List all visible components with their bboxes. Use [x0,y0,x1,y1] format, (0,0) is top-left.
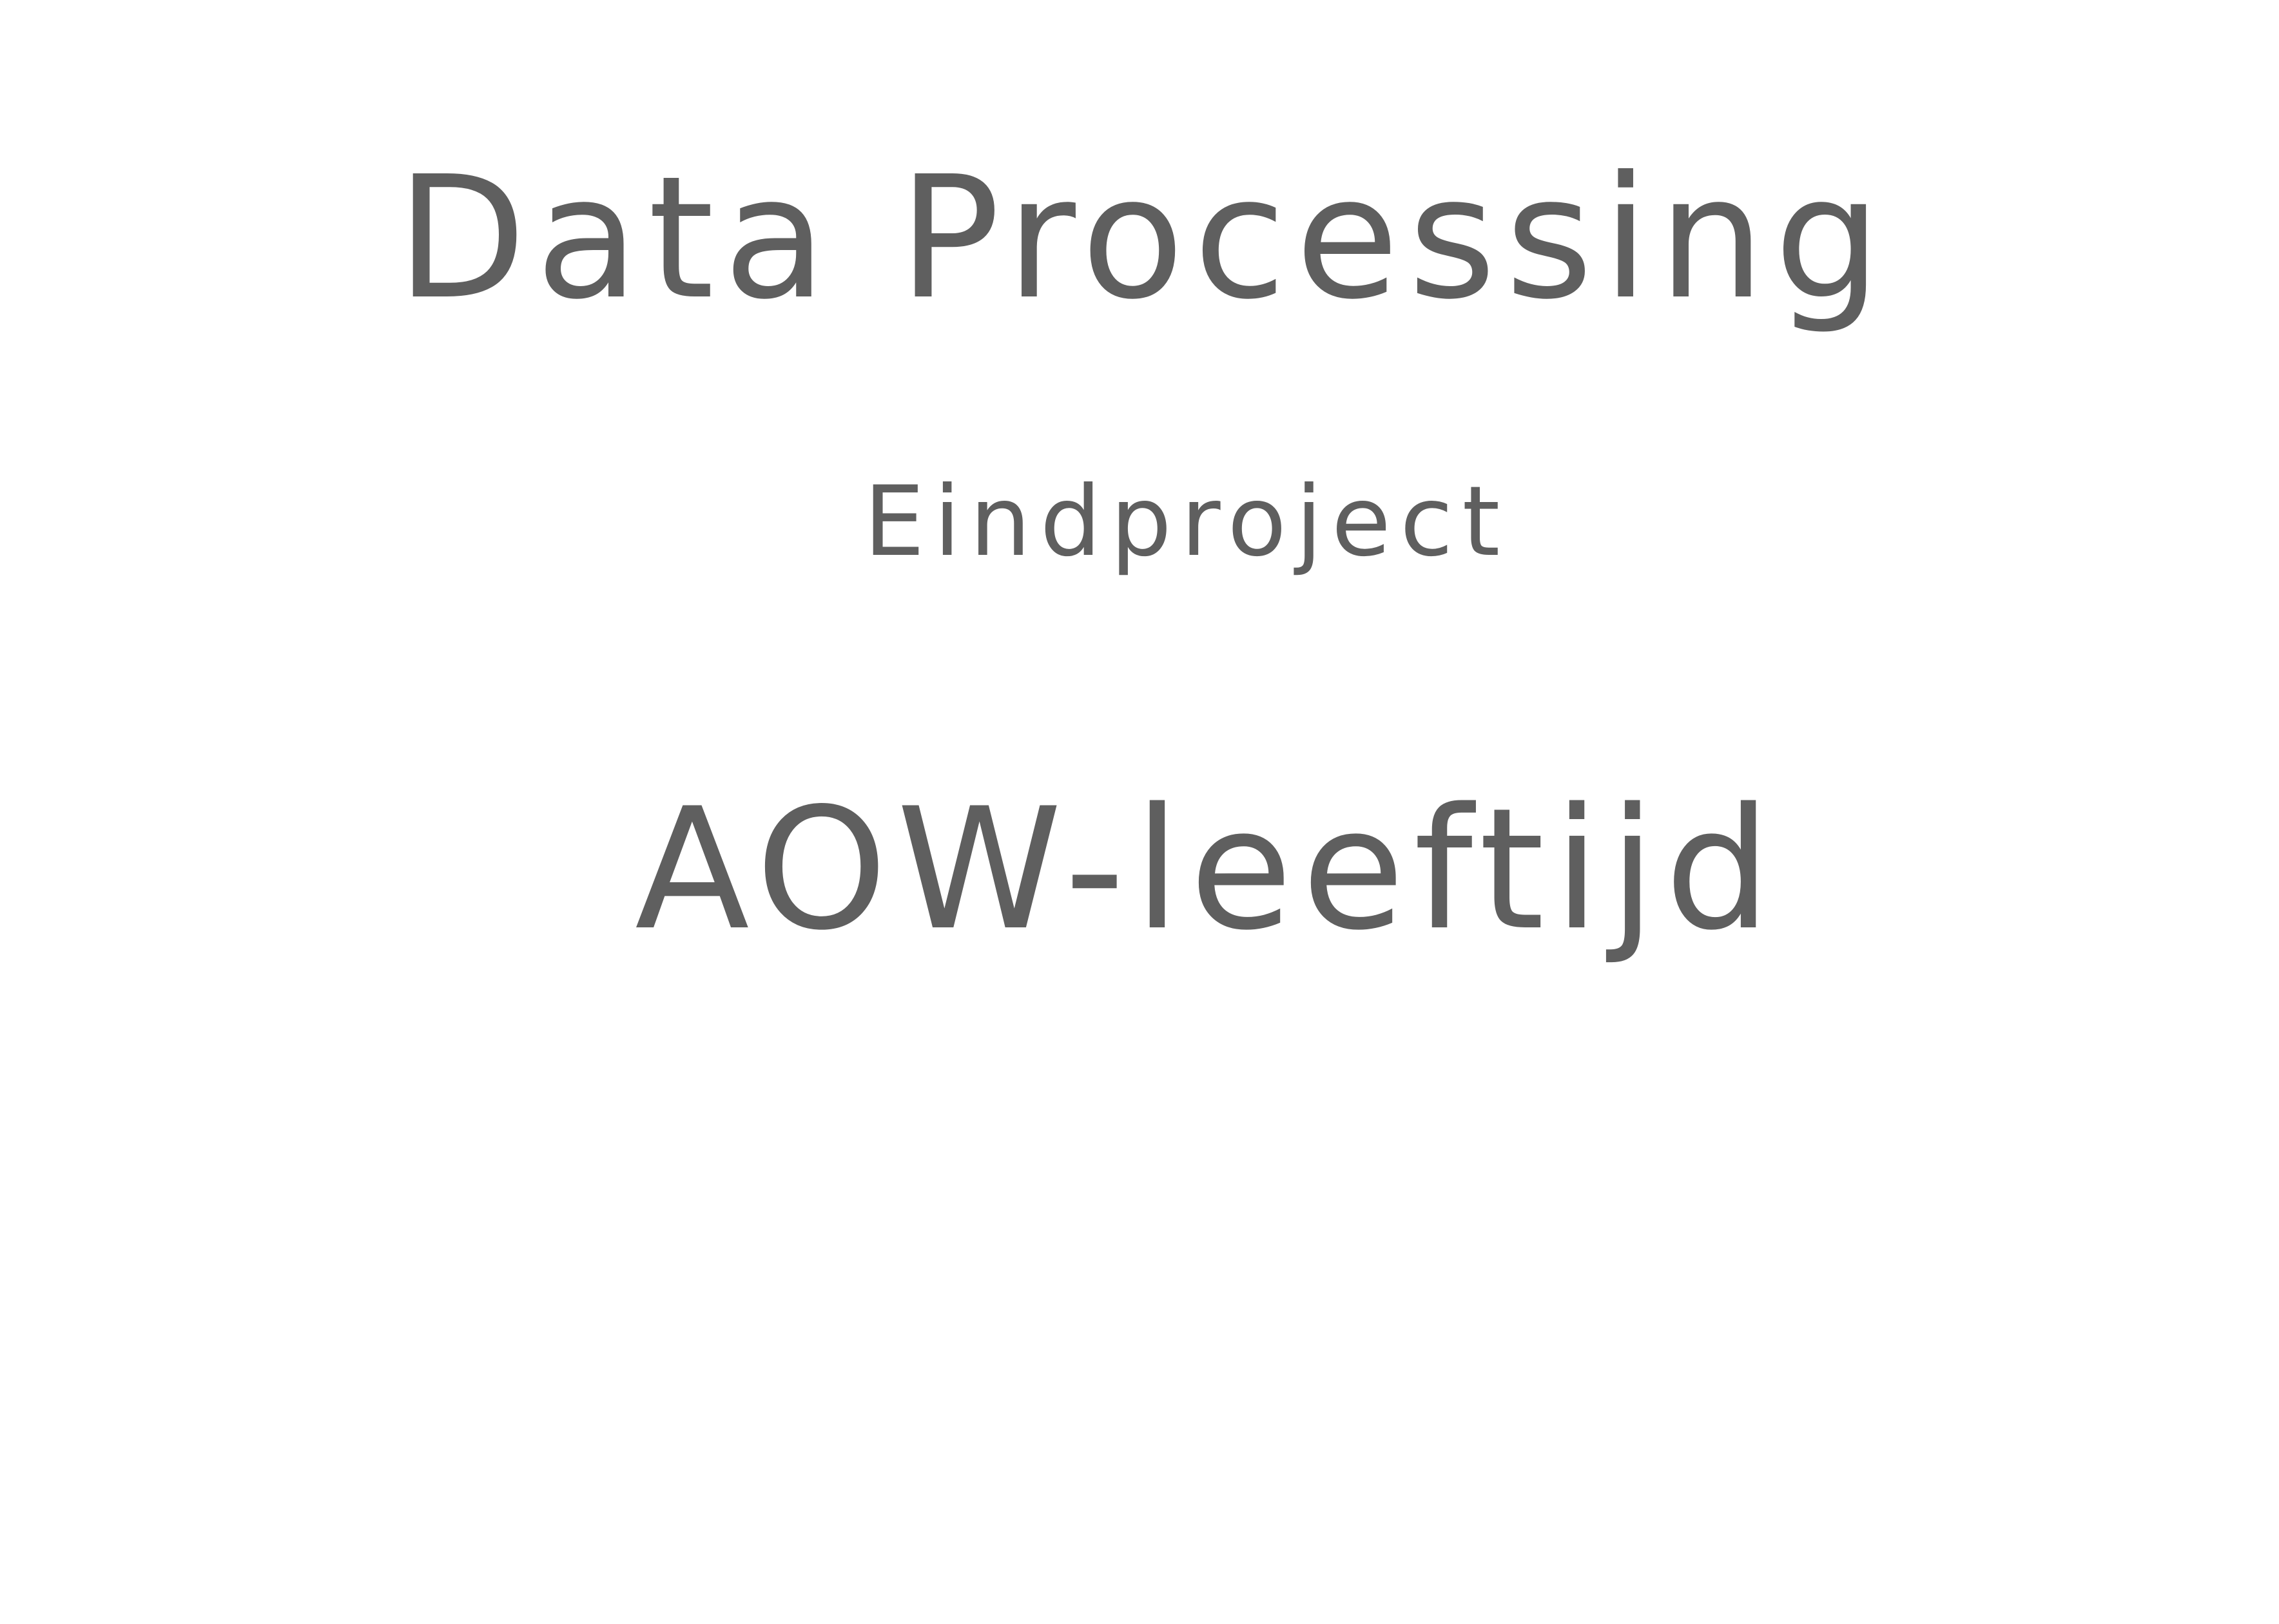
document-title: Data Processing [396,140,1890,336]
document-subtitle: Eindproject [864,466,1509,578]
document-topic: AOW-leeftijd [635,773,1780,967]
handwritten-page: Data Processing Eindproject AOW-leeftijd [0,0,2279,1624]
